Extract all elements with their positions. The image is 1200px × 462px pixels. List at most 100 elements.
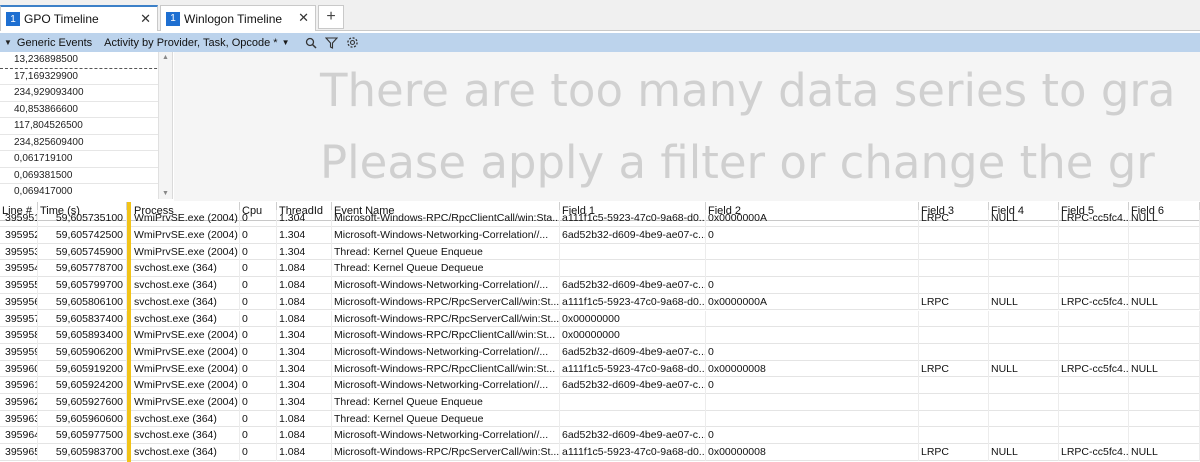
col-process-cell: svchost.exe (364) [131, 444, 240, 461]
table-row[interactable]: 395952 59,605742500 WmiPrvSE.exe (2004) 0 1.… [0, 227, 1200, 244]
col-process-cell: WmiPrvSE.exe (2004) [131, 243, 240, 261]
col-field-1-cell: a111f1c5-5923-47c0-9a68-d0... [560, 293, 706, 311]
col-field-5-cell [1059, 277, 1129, 294]
col-thread-id-cell: 1.304 [277, 360, 332, 378]
document-tab-strip: 1 GPO Timeline ✕ 1 Winlogon Timeline ✕ + [0, 0, 1200, 31]
settings-gear-icon[interactable] [346, 36, 359, 49]
table-row[interactable]: 395962 59,605927600 WmiPrvSE.exe (2004) 0 1.… [0, 394, 1200, 411]
col-process-cell: WmiPrvSE.exe (2004) [131, 210, 240, 227]
collapse-chevron-icon[interactable]: ▼ [4, 38, 12, 47]
legend-scrollbar[interactable]: ▲ ▼ [158, 52, 172, 199]
table-row[interactable]: 395958 59,605893400 WmiPrvSE.exe (2004) 0 1.… [0, 327, 1200, 344]
col-line-number-cell: 395957 [0, 310, 38, 328]
col-field-6-cell: NULL [1129, 210, 1200, 227]
table-row[interactable]: 395955 59,605799700 svchost.exe (364) 0 1.08… [0, 277, 1200, 294]
col-cpu-cell: 0 [240, 243, 277, 261]
table-row-partial[interactable]: 395951 59,605735100 WmiPrvSE.exe (2004) 0 1.… [0, 210, 1200, 227]
col-field-4-cell [989, 394, 1059, 411]
graph-area[interactable]: There are too many data series to gra Pl… [174, 52, 1200, 201]
tab-number-badge: 1 [6, 12, 20, 26]
legend-item[interactable]: 117,804526500 [0, 118, 172, 135]
legend-item[interactable]: 0,061719100 [0, 151, 172, 168]
table-row[interactable]: 395956 59,605806100 svchost.exe (364) 0 1.08… [0, 293, 1200, 311]
legend-item[interactable]: 0,069417000 [0, 184, 172, 199]
col-field-6-cell: NULL [1129, 360, 1200, 378]
table-row[interactable]: 395961 59,605924200 WmiPrvSE.exe (2004) 0 1.… [0, 377, 1200, 394]
graph-toolbar: ▼ Generic Events Activity by Provider, T… [0, 33, 1200, 52]
col-thread-id-cell: 1.084 [277, 427, 332, 445]
col-field-6-cell [1129, 377, 1200, 394]
col-cpu-cell: 0 [240, 360, 277, 378]
tab-gpo-timeline[interactable]: 1 GPO Timeline ✕ [0, 5, 158, 31]
col-field-5-cell [1059, 243, 1129, 261]
col-process-cell: WmiPrvSE.exe (2004) [131, 327, 240, 344]
series-legend-list[interactable]: 13,236898500 17,169329900 234,929093400 … [0, 52, 173, 199]
table-row[interactable]: 395954 59,605778700 svchost.exe (364) 0 1.08… [0, 260, 1200, 278]
col-line-number-cell: 395961 [0, 377, 38, 394]
col-event-name-cell: Microsoft-Windows-RPC/RpcServerCall/win:… [332, 310, 560, 328]
legend-item[interactable]: 40,853866600 [0, 102, 172, 118]
col-process-cell: WmiPrvSE.exe (2004) [131, 360, 240, 378]
col-process-cell: svchost.exe (364) [131, 410, 240, 428]
legend-item[interactable]: 13,236898500 [0, 52, 172, 69]
col-field-5-cell [1059, 410, 1129, 428]
col-field-2-cell: 0x00000008 [706, 444, 919, 461]
col-field-2-cell: 0 [706, 227, 919, 244]
col-time-cell: 59,605977500 [38, 427, 127, 445]
col-line-number-cell: 395962 [0, 394, 38, 411]
table-row[interactable]: 395953 59,605745900 WmiPrvSE.exe (2004) 0 1.… [0, 243, 1200, 261]
table-row[interactable]: 395959 59,605906200 WmiPrvSE.exe (2004) 0 1.… [0, 343, 1200, 361]
table-row[interactable]: 395963 59,605960600 svchost.exe (364) 0 1.08… [0, 410, 1200, 428]
scroll-up-arrow-icon[interactable]: ▲ [162, 54, 169, 61]
close-icon[interactable]: ✕ [140, 11, 151, 27]
preset-dropdown[interactable]: Activity by Provider, Task, Opcode * [104, 37, 277, 49]
col-field-5-cell [1059, 343, 1129, 361]
col-event-name-cell: Thread: Kernel Queue Enqueue [332, 394, 560, 411]
col-process-cell: svchost.exe (364) [131, 260, 240, 278]
column-divider-bar[interactable] [127, 202, 131, 462]
col-field-4-cell [989, 377, 1059, 394]
col-thread-id-cell: 1.304 [277, 210, 332, 227]
col-time-cell: 59,605742500 [38, 227, 127, 244]
col-process-cell: svchost.exe (364) [131, 293, 240, 311]
search-icon[interactable] [305, 37, 318, 49]
table-row[interactable]: 395960 59,605919200 WmiPrvSE.exe (2004) 0 1.… [0, 360, 1200, 378]
col-field-6-cell [1129, 394, 1200, 411]
new-tab-button[interactable]: + [318, 5, 344, 29]
legend-item[interactable]: 0,069381500 [0, 168, 172, 184]
col-field-2-cell: 0 [706, 427, 919, 445]
col-cpu-cell: 0 [240, 394, 277, 411]
chevron-down-icon[interactable]: ▼ [282, 38, 290, 47]
col-thread-id-cell: 1.304 [277, 327, 332, 344]
col-line-number-cell: 395958 [0, 327, 38, 344]
table-row[interactable]: 395965 59,605983700 svchost.exe (364) 0 1.08… [0, 444, 1200, 461]
col-line-number-cell: 395963 [0, 410, 38, 428]
table-row[interactable]: 395957 59,605837400 svchost.exe (364) 0 1.08… [0, 310, 1200, 328]
col-field-6-cell [1129, 260, 1200, 278]
tab-winlogon-timeline[interactable]: 1 Winlogon Timeline ✕ [160, 5, 316, 31]
table-row[interactable]: 395964 59,605977500 svchost.exe (364) 0 1.08… [0, 427, 1200, 445]
legend-item[interactable]: 17,169329900 [0, 69, 172, 85]
col-field-3-cell: LRPC [919, 444, 989, 461]
legend-item[interactable]: 234,825609400 [0, 135, 172, 151]
col-thread-id-cell: 1.084 [277, 310, 332, 328]
col-field-5-cell [1059, 327, 1129, 344]
col-field-3-cell [919, 310, 989, 328]
col-field-5-cell [1059, 227, 1129, 244]
legend-item[interactable]: 234,929093400 [0, 85, 172, 102]
scroll-down-arrow-icon[interactable]: ▼ [162, 190, 169, 197]
col-event-name-cell: Microsoft-Windows-Networking-Correlation… [332, 227, 560, 244]
col-field-2-cell: 0x0000000A [706, 293, 919, 311]
col-event-name-cell: Microsoft-Windows-RPC/RpcServerCall/win:… [332, 444, 560, 461]
col-thread-id-cell: 1.084 [277, 260, 332, 278]
series-label: Generic Events [16, 36, 93, 49]
filter-icon[interactable] [325, 36, 339, 49]
col-time-cell: 59,605735100 [38, 210, 127, 227]
col-thread-id-cell: 1.084 [277, 277, 332, 294]
col-cpu-cell: 0 [240, 260, 277, 278]
col-event-name-cell: Microsoft-Windows-RPC/RpcClientCall/win:… [332, 360, 560, 378]
close-icon[interactable]: ✕ [298, 10, 309, 26]
col-field-2-cell [706, 327, 919, 344]
col-field-4-cell: NULL [989, 293, 1059, 311]
col-event-name-cell: Microsoft-Windows-Networking-Correlation… [332, 427, 560, 445]
